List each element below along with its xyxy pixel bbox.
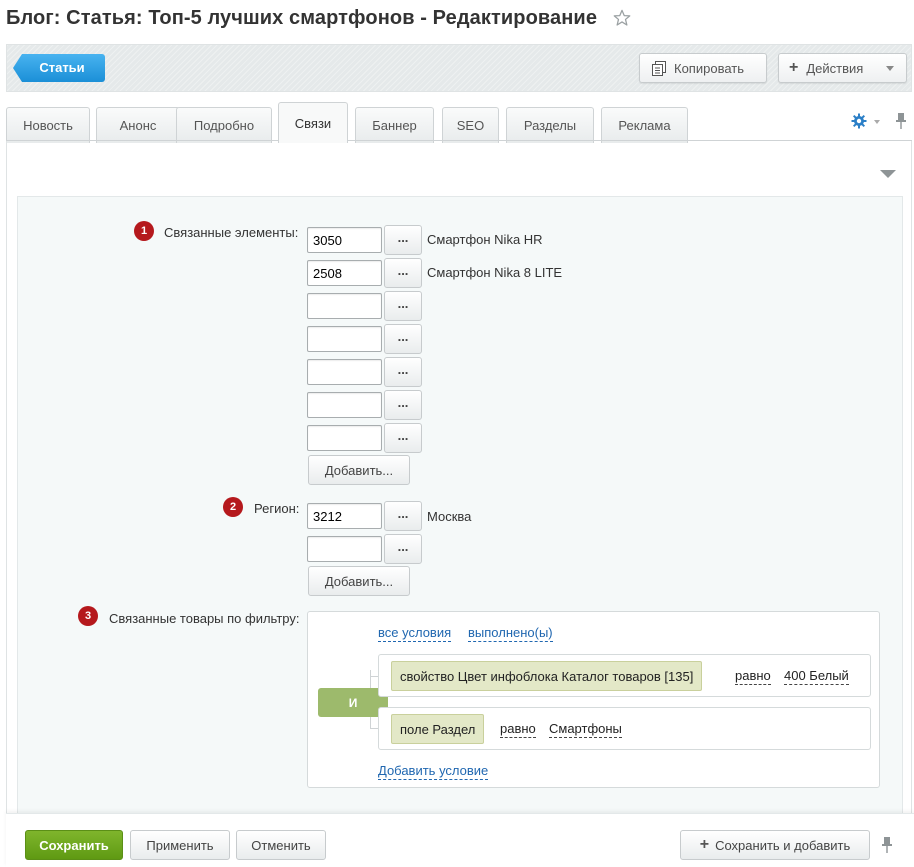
related-element-browse-button[interactable]: ... — [384, 225, 422, 255]
related-element-id-input[interactable] — [307, 227, 382, 253]
plus-icon: + — [789, 59, 799, 76]
condition-value[interactable]: 400 Белый — [784, 668, 849, 685]
region-name: Москва — [427, 509, 472, 524]
hint-badge-2: 2 — [223, 497, 243, 517]
copy-button[interactable]: Копировать — [639, 53, 767, 83]
actions-button-label: Действия — [806, 60, 864, 76]
page-title: Блог: Статья: Топ-5 лучших смартфонов - … — [6, 6, 598, 29]
tab-ads[interactable]: Реклама — [601, 107, 688, 143]
region-browse-button[interactable]: ... — [384, 534, 422, 564]
related-element-browse-button[interactable]: ... — [384, 324, 422, 354]
add-condition-link[interactable]: Добавить условие — [378, 763, 489, 780]
chevron-down-icon — [886, 66, 894, 71]
region-label: Регион: — [254, 501, 300, 516]
related-element-id-input[interactable] — [307, 425, 382, 451]
pin-icon[interactable] — [881, 836, 893, 854]
condition-operator[interactable]: равно — [735, 668, 771, 685]
related-element-name: Смартфон Nika 8 LITE — [427, 265, 563, 280]
tab-seo[interactable]: SEO — [442, 107, 499, 143]
back-button-label: Статьи — [39, 60, 85, 75]
actions-button[interactable]: + Действия — [778, 53, 907, 83]
hint-badge-1: 1 — [134, 221, 154, 241]
condition-field-chip[interactable]: свойство Цвет инфоблока Каталог товаров … — [391, 661, 703, 691]
plus-icon: + — [699, 836, 710, 853]
form-footer: Сохранить Применить Отменить + Сохранить… — [6, 813, 914, 867]
filter-products-label: Связанные товары по фильтру: — [109, 611, 300, 626]
title-row: Блог: Статья: Топ-5 лучших смартфонов - … — [6, 4, 631, 32]
gear-chevron-down-icon[interactable] — [874, 120, 880, 124]
related-element-id-input[interactable] — [307, 326, 382, 352]
star-icon[interactable] — [613, 9, 631, 27]
toolbar: Статьи Копировать + Действия — [6, 44, 912, 92]
save-button[interactable]: Сохранить — [25, 830, 123, 860]
region-id-input[interactable] — [307, 536, 382, 562]
related-elements-label: Связанные элементы: — [164, 225, 299, 240]
save-and-add-button[interactable]: + Сохранить и добавить — [680, 830, 870, 860]
copy-icon — [652, 60, 666, 76]
filter-condition-row: свойство Цвет инфоблока Каталог товаров … — [378, 654, 871, 697]
back-to-articles-button[interactable]: Статьи — [13, 54, 105, 82]
tab-details[interactable]: Подробно — [176, 107, 272, 143]
related-element-id-input[interactable] — [307, 260, 382, 286]
tab-sections[interactable]: Разделы — [506, 107, 594, 143]
related-element-browse-button[interactable]: ... — [384, 390, 422, 420]
gear-icon[interactable] — [851, 113, 867, 129]
apply-button[interactable]: Применить — [130, 830, 230, 860]
tab-news[interactable]: Новость — [6, 107, 90, 143]
region-browse-button[interactable]: ... — [384, 501, 422, 531]
related-element-browse-button[interactable]: ... — [384, 291, 422, 321]
related-element-name: Смартфон Nika HR — [427, 232, 543, 247]
region-id-input[interactable] — [307, 503, 382, 529]
pin-icon[interactable] — [895, 112, 907, 130]
related-element-id-input[interactable] — [307, 359, 382, 385]
condition-field-chip[interactable]: поле Раздел — [391, 714, 485, 744]
condition-operator[interactable]: равно — [500, 721, 536, 738]
all-conditions-link[interactable]: все условия — [378, 625, 452, 642]
related-element-browse-button[interactable]: ... — [384, 423, 422, 453]
condition-value[interactable]: Смартфоны — [549, 721, 622, 738]
collapse-triangle-icon[interactable] — [880, 170, 896, 178]
tab-banner[interactable]: Баннер — [355, 107, 434, 143]
fulfilled-link[interactable]: выполнено(ы) — [468, 625, 553, 642]
related-element-browse-button[interactable]: ... — [384, 357, 422, 387]
toolbar-background — [7, 45, 911, 91]
related-element-browse-button[interactable]: ... — [384, 258, 422, 288]
hint-badge-3: 3 — [78, 606, 98, 626]
tab-announce[interactable]: Анонс — [96, 107, 180, 143]
add-region-button[interactable]: Добавить... — [308, 566, 410, 596]
related-element-id-input[interactable] — [307, 392, 382, 418]
related-element-id-input[interactable] — [307, 293, 382, 319]
add-related-element-button[interactable]: Добавить... — [308, 455, 410, 485]
tab-relations[interactable]: Связи — [278, 102, 348, 143]
save-and-add-label: Сохранить и добавить — [715, 837, 851, 853]
cancel-button[interactable]: Отменить — [236, 830, 326, 860]
copy-button-label: Копировать — [674, 60, 744, 76]
filter-condition-row: поле Раздел равно Смартфоны — [378, 707, 871, 750]
